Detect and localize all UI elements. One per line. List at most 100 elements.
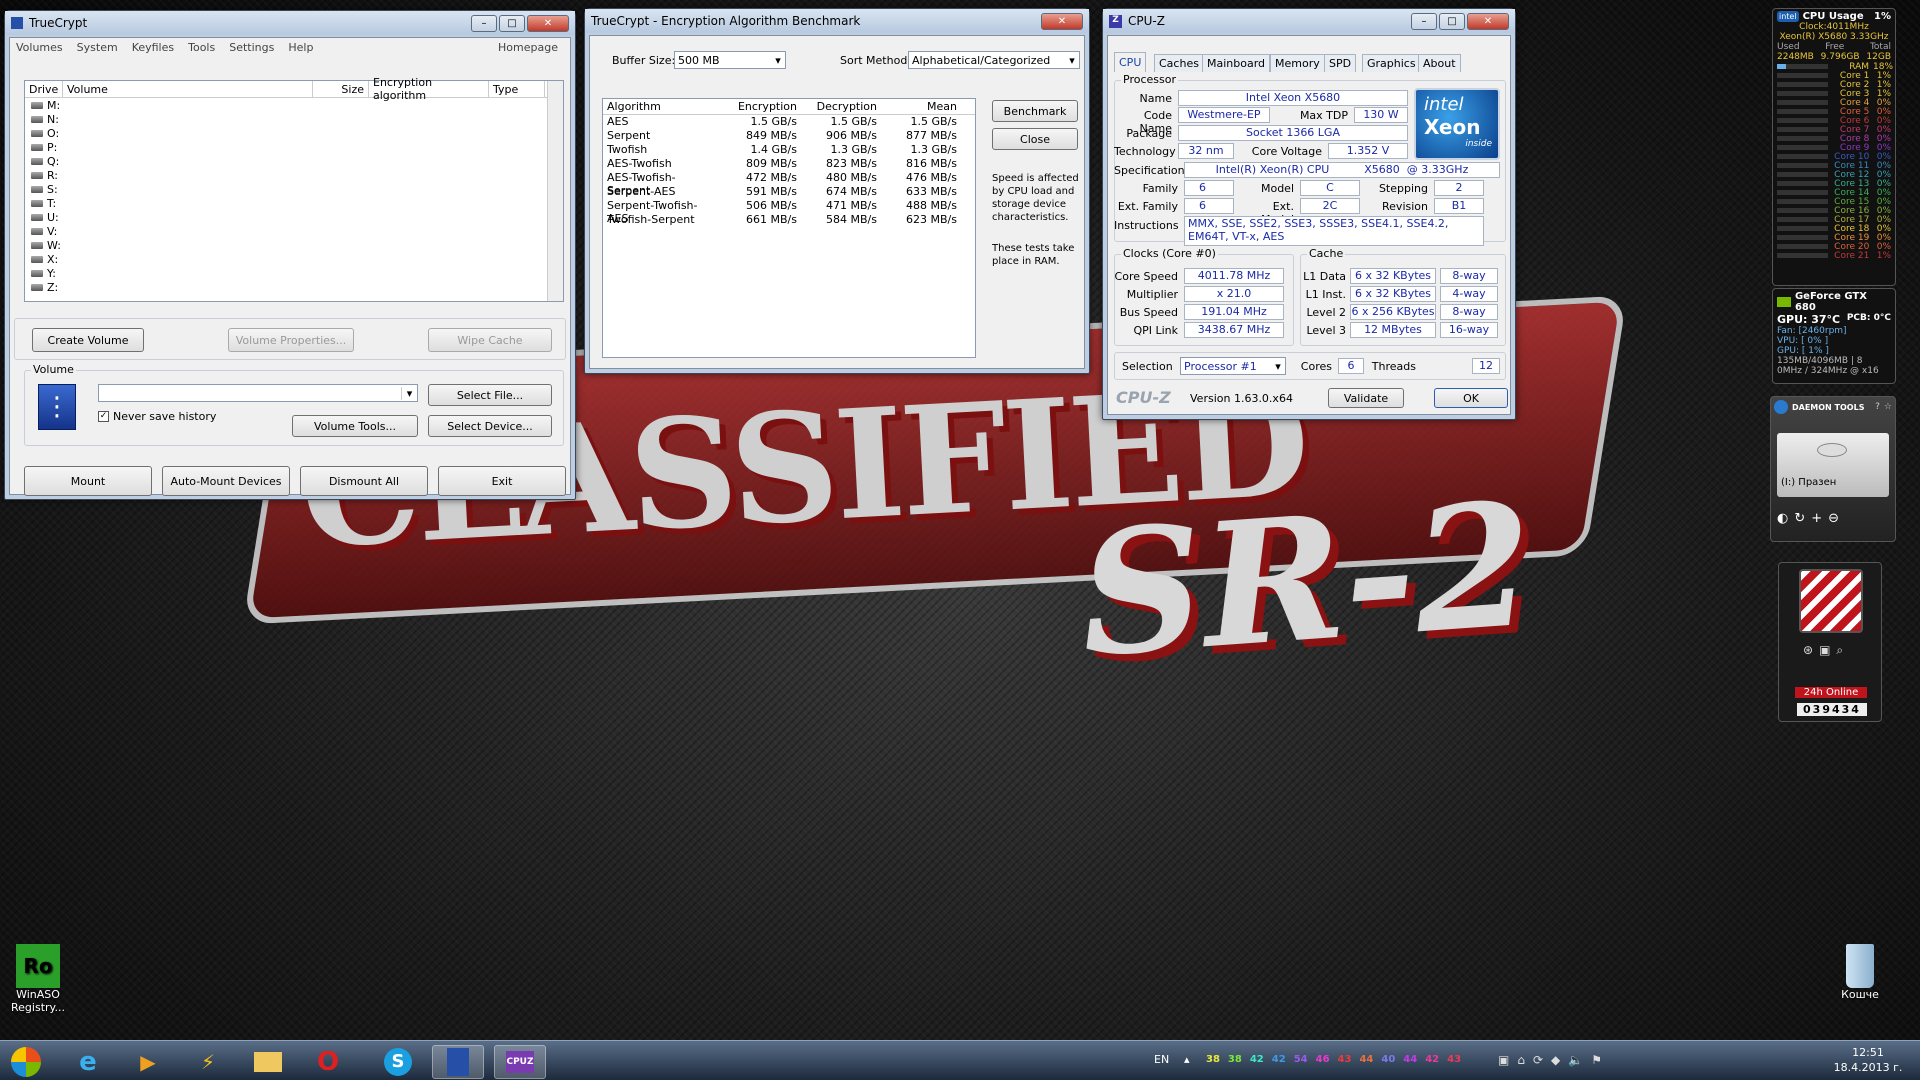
minimize-button[interactable]: – <box>471 14 497 32</box>
tray-flag-icon[interactable]: ⚑ <box>1591 1053 1602 1067</box>
col-algorithm[interactable]: Algorithm <box>603 100 717 113</box>
cpu-usage-gadget[interactable]: intel CPU Usage 1% Clock:4011MHz Xeon(R)… <box>1772 8 1896 286</box>
volume-path-combo[interactable]: ▾ <box>98 384 418 402</box>
select-device-button[interactable]: Select Device... <box>428 415 552 437</box>
drive-row[interactable]: P: <box>25 140 563 154</box>
volume-tools-button[interactable]: Volume Tools... <box>292 415 418 437</box>
close-button[interactable]: Close <box>992 128 1078 150</box>
drive-row[interactable]: Z: <box>25 280 563 294</box>
window-icon[interactable]: ▣ <box>1819 643 1830 658</box>
benchmark-row[interactable]: Twofish 1.4 GB/s 1.3 GB/s 1.3 GB/s <box>603 143 975 157</box>
core-temp-readout[interactable]: 38 <box>1228 1054 1242 1065</box>
tab-mainboard[interactable]: Mainboard <box>1202 54 1271 72</box>
drive-list[interactable]: Drive Volume Size Encryption algorithm T… <box>24 76 564 302</box>
menu-volumes[interactable]: Volumes <box>16 41 63 54</box>
taskbar-opera[interactable]: O <box>302 1045 354 1079</box>
start-button[interactable] <box>4 1045 48 1079</box>
benchmark-row[interactable]: AES-Twofish-Serpent 472 MB/s 480 MB/s 476 M… <box>603 171 975 197</box>
core-temp-readout[interactable]: 40 <box>1381 1054 1395 1065</box>
tab-cpu[interactable]: CPU <box>1114 52 1147 72</box>
tray-volume-icon[interactable]: 🔈 <box>1568 1053 1583 1067</box>
core-temp-readout[interactable]: 42 <box>1272 1054 1286 1065</box>
tray-gpu-icon[interactable]: ◆ <box>1551 1053 1560 1067</box>
benchmark-button[interactable]: Benchmark <box>992 100 1078 122</box>
drive-row[interactable]: O: <box>25 126 563 140</box>
online-counter-gadget[interactable]: ⊛ ▣ ⌕ 24h Online 039434 <box>1778 562 1882 722</box>
tab-caches[interactable]: Caches <box>1154 54 1204 72</box>
desktop-icon-winaso[interactable]: Ro WinASO Registry... <box>0 944 78 1014</box>
minimize-button[interactable]: – <box>1411 12 1437 30</box>
core-temp-readout[interactable]: 43 <box>1338 1054 1352 1065</box>
sort-method-select[interactable]: Alphabetical/Categorized ▾ <box>908 51 1080 69</box>
col-drive[interactable]: Drive <box>25 81 63 97</box>
taskbar-cpuz[interactable]: CPUZ <box>494 1045 546 1079</box>
search-icon[interactable]: ⌕ <box>1836 643 1843 658</box>
benchmark-row[interactable]: Twofish-Serpent 661 MB/s 584 MB/s 623 MB/s <box>603 213 975 227</box>
daemon-tools-gadget[interactable]: DAEMON TOOLS ? ☆ (I:) Празен ◐ ↻ + ⊖ <box>1770 396 1896 542</box>
col-decryption[interactable]: Decryption <box>797 100 877 113</box>
menu-tools[interactable]: Tools <box>188 41 215 54</box>
maximize-button[interactable]: □ <box>1439 12 1465 30</box>
tray-network-icon[interactable]: ⌂ <box>1517 1053 1525 1067</box>
taskbar-media-player[interactable]: ▶ <box>122 1045 174 1079</box>
core-temp-readout[interactable]: 42 <box>1425 1054 1439 1065</box>
core-temp-readout[interactable]: 42 <box>1250 1054 1264 1065</box>
close-button[interactable]: ✕ <box>1467 12 1509 30</box>
benchmark-row[interactable]: AES 1.5 GB/s 1.5 GB/s 1.5 GB/s <box>603 115 975 129</box>
tray-sync-icon[interactable]: ⟳ <box>1533 1053 1543 1067</box>
core-temp-readout[interactable]: 46 <box>1316 1054 1330 1065</box>
menu-settings[interactable]: Settings <box>229 41 274 54</box>
desktop-icon-recycle-bin[interactable]: Кошче <box>1820 944 1900 1001</box>
drive-row[interactable]: Q: <box>25 154 563 168</box>
taskbar-explorer[interactable] <box>242 1045 294 1079</box>
cpuz-titlebar[interactable]: Z CPU-Z – □ ✕ <box>1103 9 1515 33</box>
core-temp-readout[interactable]: 44 <box>1359 1054 1373 1065</box>
tab-memory[interactable]: Memory <box>1270 54 1325 72</box>
col-type[interactable]: Type <box>489 81 545 97</box>
auto-mount-button[interactable]: Auto-Mount Devices <box>162 466 290 496</box>
exit-button[interactable]: Exit <box>438 466 566 496</box>
col-size[interactable]: Size <box>313 81 369 97</box>
star-icon[interactable]: ☆ <box>1884 402 1892 412</box>
drive-row[interactable]: T: <box>25 196 563 210</box>
drive-row[interactable]: N: <box>25 112 563 126</box>
mount-image-icon[interactable]: ◐ <box>1777 511 1788 526</box>
drive-row[interactable]: S: <box>25 182 563 196</box>
chevron-down-icon[interactable]: ▾ <box>1271 360 1285 373</box>
gpu-gadget[interactable]: GeForce GTX 680 GPU: 37°C PCB: 0°C Fan: … <box>1772 288 1896 384</box>
tab-graphics[interactable]: Graphics <box>1362 54 1421 72</box>
truecrypt-titlebar[interactable]: TrueCrypt – □ ✕ <box>5 11 575 35</box>
menu-keyfiles[interactable]: Keyfiles <box>132 41 174 54</box>
chevron-down-icon[interactable]: ▾ <box>771 54 785 67</box>
core-temp-readout[interactable]: 43 <box>1447 1054 1461 1065</box>
chevron-down-icon[interactable]: ▾ <box>401 386 417 400</box>
ok-button[interactable]: OK <box>1434 388 1508 408</box>
core-temp-readout[interactable]: 44 <box>1403 1054 1417 1065</box>
benchmark-row[interactable]: Serpent 849 MB/s 906 MB/s 877 MB/s <box>603 129 975 143</box>
refresh-icon[interactable]: ↻ <box>1794 511 1805 526</box>
maximize-button[interactable]: □ <box>499 14 525 32</box>
volume-properties-button[interactable]: Volume Properties... <box>228 328 354 352</box>
clock[interactable]: 12:51 18.4.2013 г. <box>1826 1045 1910 1075</box>
col-volume[interactable]: Volume <box>63 81 313 97</box>
chevron-down-icon[interactable]: ▾ <box>1065 54 1079 67</box>
drive-list-scrollbar[interactable] <box>547 81 563 301</box>
col-mean[interactable]: Mean <box>877 100 957 113</box>
menu-system[interactable]: System <box>77 41 118 54</box>
remove-drive-icon[interactable]: ⊖ <box>1828 511 1839 526</box>
validate-button[interactable]: Validate <box>1328 388 1404 408</box>
drive-row[interactable]: U: <box>25 210 563 224</box>
show-hidden-icons[interactable]: ▴ <box>1184 1053 1190 1066</box>
wipe-cache-button[interactable]: Wipe Cache <box>428 328 552 352</box>
col-encryption[interactable]: Encryption algorithm <box>369 76 489 102</box>
drive-row[interactable]: Y: <box>25 266 563 280</box>
drive-row[interactable]: R: <box>25 168 563 182</box>
col-encryption[interactable]: Encryption <box>717 100 797 113</box>
taskbar-skype[interactable]: S <box>372 1045 424 1079</box>
tab-about[interactable]: About <box>1418 54 1461 72</box>
checkbox-checked-icon[interactable]: ✓ <box>98 411 109 422</box>
select-file-button[interactable]: Select File... <box>428 384 552 406</box>
help-icon[interactable]: ? <box>1875 402 1880 412</box>
benchmark-close-x-button[interactable]: ✕ <box>1041 12 1083 30</box>
processor-select[interactable]: Processor #1 ▾ <box>1180 357 1286 375</box>
